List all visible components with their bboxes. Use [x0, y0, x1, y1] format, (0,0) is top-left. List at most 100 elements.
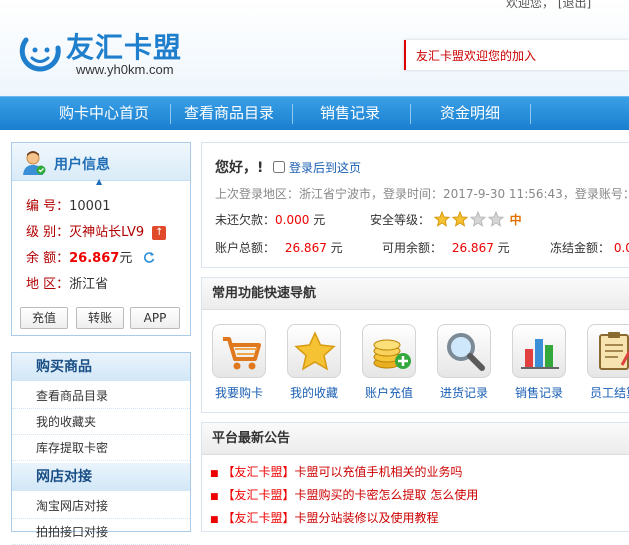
- quick-purchase-label: 进货记录: [439, 386, 488, 400]
- clipboard-icon: [599, 332, 629, 370]
- menu-item-favorites[interactable]: 我的收藏夹: [12, 409, 190, 435]
- welcome-text: 友汇卡盟欢迎您的加入: [416, 49, 537, 63]
- notice-item[interactable]: ■ 【友汇卡盟】卡盟可以充值手机相关的业务吗: [210, 463, 463, 480]
- user-info-panel: 用户信息 ▲ 编 号：10001 级 别：灭神站长LV9 ↑ 余 额：26.86…: [11, 142, 191, 336]
- quick-recharge-label: 账户充值: [364, 386, 413, 400]
- header: 欢迎您， [退出] 友汇卡盟 www.yh0km.com 友汇卡盟欢迎您的加入: [0, 0, 629, 96]
- available-value: 26.867: [451, 241, 494, 255]
- notice-panel: 平台最新公告 ■ 【友汇卡盟】卡盟可以充值手机相关的业务吗 ■ 【友汇卡盟】卡盟购买…: [201, 422, 629, 532]
- cart-icon: [223, 337, 261, 370]
- star-empty-icon: [487, 211, 504, 227]
- security-row: 安全等级： 中: [370, 211, 522, 228]
- total-label: 账户总额：: [215, 241, 276, 255]
- star-icon: [294, 331, 336, 371]
- bar-chart-icon: [521, 339, 559, 369]
- user-id-label: 编 号：: [26, 199, 70, 214]
- menu-item-paipai[interactable]: 拍拍接口对接: [12, 519, 190, 545]
- upgrade-arrow-icon[interactable]: ↑: [152, 226, 167, 240]
- menu-section-buy: 购买商品: [12, 353, 190, 381]
- security-stars: [433, 211, 506, 227]
- quick-buy-label: 我要购卡: [214, 386, 263, 400]
- quick-purchase-records[interactable]: 进货记录: [429, 324, 499, 401]
- debt-value: 0.000: [275, 213, 310, 227]
- total-row: 账户总额： 26.867 元: [215, 239, 343, 256]
- quick-sales-records[interactable]: 销售记录: [504, 324, 574, 401]
- top-links[interactable]: 欢迎您， [退出]: [506, 0, 591, 11]
- remember-page-checkbox[interactable]: [273, 161, 286, 173]
- magnifier-icon: [447, 333, 485, 371]
- remember-page-label[interactable]: 登录后到这页: [289, 161, 361, 175]
- user-info-title: 用户信息: [54, 157, 110, 173]
- nav-catalog[interactable]: 查看商品目录: [172, 97, 286, 131]
- caret-up-icon: ▲: [96, 177, 103, 186]
- user-balance-row: 余 额：26.867元: [26, 247, 156, 266]
- quick-buy-card[interactable]: 我要购卡: [204, 324, 274, 401]
- debt-row: 未还欠款：0.000 元: [215, 211, 325, 228]
- user-level-row: 级 别：灭神站长LV9 ↑: [26, 221, 167, 240]
- quick-purchase-icon-box: [437, 324, 491, 378]
- logo-url: www.yh0km.com: [76, 62, 174, 77]
- menu-item-taobao[interactable]: 淘宝网店对接: [12, 493, 190, 519]
- bullet-icon: ■: [210, 515, 219, 525]
- frozen-value: 0.0: [613, 241, 629, 255]
- quick-staff-settlement[interactable]: 员工结算: [579, 324, 629, 401]
- user-balance-value: 26.867: [69, 251, 120, 266]
- notice-tag: 【友汇卡盟】: [222, 465, 295, 479]
- user-info-header: 用户信息 ▲: [12, 143, 190, 186]
- nav-sales[interactable]: 销售记录: [300, 97, 400, 131]
- quick-recharge[interactable]: 账户充值: [354, 324, 424, 401]
- notice-tag: 【友汇卡盟】: [222, 488, 295, 502]
- logo-name: 友汇卡盟: [66, 31, 183, 64]
- transfer-button[interactable]: 转账: [76, 307, 124, 329]
- user-id-value: 10001: [69, 199, 111, 214]
- quick-sales-icon-box: [512, 324, 566, 378]
- notice-text: 卡盟可以充值手机相关的业务吗: [294, 465, 463, 479]
- nav-home[interactable]: 购卡中心首页: [42, 97, 166, 131]
- frozen-label: 冻结金额：: [550, 241, 611, 255]
- total-unit: 元: [330, 241, 343, 255]
- notice-tag: 【友汇卡盟】: [222, 511, 295, 525]
- notice-item[interactable]: ■ 【友汇卡盟】卡盟购买的卡密怎么提取 怎么使用: [210, 486, 478, 503]
- smile-logo-icon: [19, 37, 61, 72]
- app-button[interactable]: APP: [130, 307, 180, 329]
- star-empty-icon: [469, 211, 486, 227]
- menu-item-catalog[interactable]: 查看商品目录: [12, 383, 190, 409]
- security-level: 中: [509, 213, 522, 227]
- bullet-icon: ■: [210, 492, 219, 502]
- greeting-text: 您好，!: [215, 160, 264, 176]
- notice-item[interactable]: ■ 【友汇卡盟】卡盟分站装修以及使用教程: [210, 509, 439, 526]
- bullet-icon: ■: [210, 469, 219, 479]
- refresh-icon[interactable]: [142, 250, 156, 264]
- quick-favorites-label: 我的收藏: [289, 386, 338, 400]
- user-balance-unit: 元: [119, 251, 133, 266]
- coins-icon: [373, 339, 411, 369]
- main-nav: 购卡中心首页 查看商品目录 销售记录 资金明细: [0, 96, 629, 130]
- user-region-row: 地 区：浙江省: [26, 273, 108, 292]
- quick-favorites[interactable]: 我的收藏: [279, 324, 349, 401]
- nav-divider: [292, 104, 293, 124]
- last-login-text: 上次登录地区：浙江省宁波市，登录时间：2017-9-30 11:56:43，登录…: [215, 187, 629, 201]
- user-id-row: 编 号：10001: [26, 195, 111, 214]
- frozen-row: 冻结金额： 0.0: [550, 239, 629, 256]
- nav-divider: [170, 104, 171, 124]
- recharge-button[interactable]: 充值: [20, 307, 68, 329]
- quick-favorites-icon-box: [287, 324, 341, 378]
- quick-staff-icon-box: [587, 324, 629, 378]
- nav-funds[interactable]: 资金明细: [418, 97, 522, 131]
- quick-buy-icon-box: [212, 324, 266, 378]
- user-balance-label: 余 额：: [26, 251, 70, 266]
- security-label: 安全等级：: [370, 213, 431, 227]
- available-label: 可用余额：: [382, 241, 443, 255]
- greeting-row: 您好，! 登录后到这页: [215, 157, 361, 177]
- star-filled-icon: [433, 211, 450, 227]
- welcome-banner: 友汇卡盟欢迎您的加入: [404, 40, 629, 70]
- user-region-value: 浙江省: [69, 277, 109, 292]
- available-row: 可用余额： 26.867 元: [382, 239, 510, 256]
- site-logo[interactable]: 友汇卡盟 www.yh0km.com: [18, 26, 208, 82]
- quick-nav-panel: 常用功能快速导航 我要购卡 我的收藏 账户充值 进货记录 销售记录 员工结: [201, 277, 629, 413]
- star-filled-icon: [451, 211, 468, 227]
- quick-staff-label: 员工结算: [589, 386, 629, 400]
- menu-item-stock-keys[interactable]: 库存提取卡密: [12, 435, 190, 461]
- notice-text: 卡盟分站装修以及使用教程: [294, 511, 439, 525]
- debt-unit: 元: [313, 213, 326, 227]
